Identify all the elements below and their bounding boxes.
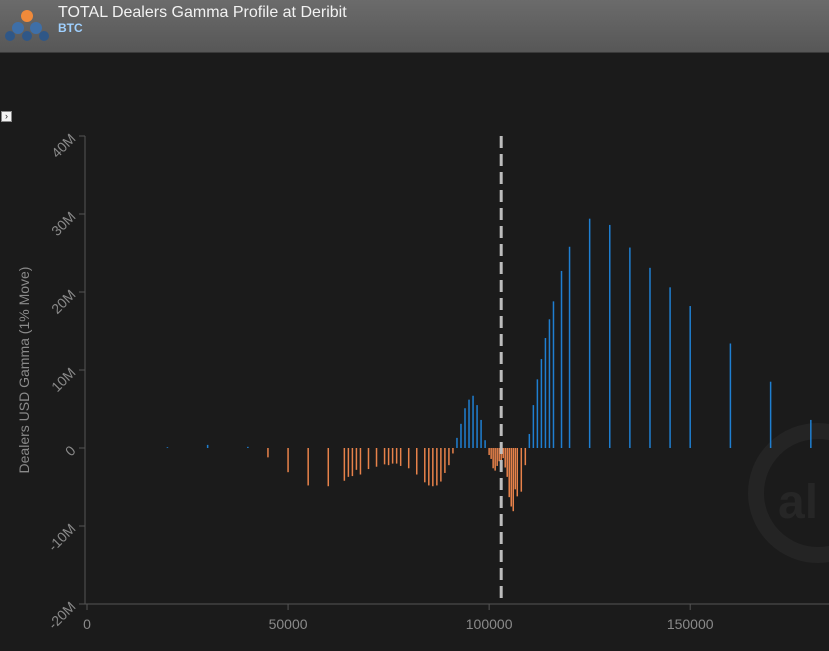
negative-gamma-bar: [367, 448, 370, 470]
negative-gamma-bar: [387, 448, 390, 466]
positive-gamma-bar: [528, 433, 531, 448]
negative-gamma-bar: [432, 448, 434, 487]
negative-gamma-bar: [424, 448, 426, 483]
positive-gamma-bar: [649, 267, 651, 448]
x-tick-label: 100000: [466, 616, 513, 632]
negative-gamma-bar: [452, 448, 454, 454]
positive-gamma-bar: [629, 247, 631, 448]
watermark-logo-icon: al: [748, 423, 829, 563]
positive-gamma-bar: [568, 246, 571, 448]
positive-gamma-bar: [480, 419, 482, 448]
negative-gamma-bar: [514, 448, 517, 490]
negative-gamma-bar: [428, 448, 430, 486]
negative-gamma-bar: [520, 448, 523, 492]
positive-gamma-bar: [609, 224, 611, 448]
negative-gamma-bar: [287, 448, 289, 473]
chart-header: TOTAL Dealers Gamma Profile at Deribit B…: [0, 0, 829, 53]
negative-gamma-bar: [351, 448, 354, 477]
gamma-profile-chart: al Dealers USD Gamma (1% Move) -20M -10M 0…: [16, 130, 829, 632]
positive-gamma-bar: [532, 405, 535, 448]
y-tick-label: 10M: [48, 364, 79, 395]
y-tick-label: 0: [62, 442, 79, 459]
y-tick-label: 20M: [48, 286, 79, 317]
negative-gamma-bar: [508, 448, 510, 498]
watermark-text: al: [778, 476, 818, 529]
positive-gamma-bar: [548, 319, 551, 448]
negative-gamma-bar: [307, 448, 309, 486]
positive-gamma-bar: [560, 270, 563, 448]
chart-bars: [166, 218, 812, 512]
positive-gamma-bar: [472, 395, 474, 448]
positive-gamma-bar: [689, 306, 691, 448]
negative-gamma-bar: [347, 448, 350, 477]
negative-gamma-bar: [448, 448, 450, 466]
negative-gamma-bar: [407, 448, 410, 469]
positive-gamma-bar: [468, 399, 470, 448]
negative-gamma-bar: [383, 448, 386, 465]
positive-gamma-bar: [464, 408, 466, 448]
negative-gamma-bar: [355, 448, 358, 470]
negative-gamma-bar: [510, 448, 512, 507]
negative-gamma-bar: [492, 448, 494, 469]
chart-subtitle: BTC: [58, 21, 83, 35]
x-tick-label: 50000: [269, 616, 308, 632]
negative-gamma-bar: [436, 448, 438, 486]
positive-gamma-bar: [206, 444, 209, 448]
chart-axes: -20M -10M 0 10M 20M 30M 40M 0 50000 100000 150000: [45, 130, 829, 632]
positive-gamma-bar: [729, 343, 732, 448]
negative-gamma-bar: [327, 448, 330, 487]
negative-gamma-bar: [496, 448, 498, 466]
positive-gamma-bar: [476, 405, 478, 448]
negative-gamma-bar: [440, 448, 442, 482]
positive-gamma-bar: [484, 440, 486, 448]
negative-gamma-bar: [359, 448, 362, 475]
negative-gamma-bar: [504, 448, 506, 468]
negative-gamma-bar: [399, 448, 402, 466]
negative-gamma-bar: [512, 448, 515, 512]
positive-gamma-bar: [588, 218, 591, 448]
y-tick-label: 30M: [48, 208, 79, 239]
x-tick-label: 0: [83, 616, 91, 632]
y-tick-label: 40M: [48, 130, 79, 161]
positive-gamma-bar: [544, 338, 547, 448]
negative-gamma-bar: [488, 448, 490, 456]
negative-gamma-bar: [444, 448, 446, 473]
positive-gamma-bar: [540, 359, 543, 448]
positive-gamma-bar: [769, 381, 772, 448]
negative-gamma-bar: [490, 448, 492, 459]
positive-gamma-bar: [810, 419, 812, 448]
positive-gamma-bar: [247, 446, 249, 448]
chart-title: TOTAL Dealers Gamma Profile at Deribit: [58, 4, 347, 21]
negative-gamma-bar: [494, 448, 496, 471]
x-tick-label: 150000: [667, 616, 714, 632]
y-axis-title: Dealers USD Gamma (1% Move): [16, 267, 32, 474]
positive-gamma-bar: [669, 287, 671, 448]
negative-gamma-bar: [375, 448, 378, 467]
positive-gamma-bar: [536, 379, 539, 448]
negative-gamma-bar: [516, 448, 519, 497]
positive-gamma-bar: [460, 423, 462, 448]
negative-gamma-bar: [524, 448, 527, 466]
negative-gamma-bar: [415, 448, 418, 475]
negative-gamma-bar: [267, 448, 269, 458]
y-tick-label: -10M: [45, 520, 79, 554]
positive-gamma-bar: [456, 437, 458, 448]
app-logo-icon: [5, 10, 49, 41]
negative-gamma-bar: [391, 448, 394, 464]
positive-gamma-bar: [552, 301, 555, 448]
positive-gamma-bar: [166, 447, 169, 449]
negative-gamma-bar: [506, 448, 508, 477]
negative-gamma-bar: [395, 448, 398, 464]
negative-gamma-bar: [343, 448, 346, 481]
y-tick-label: -20M: [45, 598, 79, 632]
